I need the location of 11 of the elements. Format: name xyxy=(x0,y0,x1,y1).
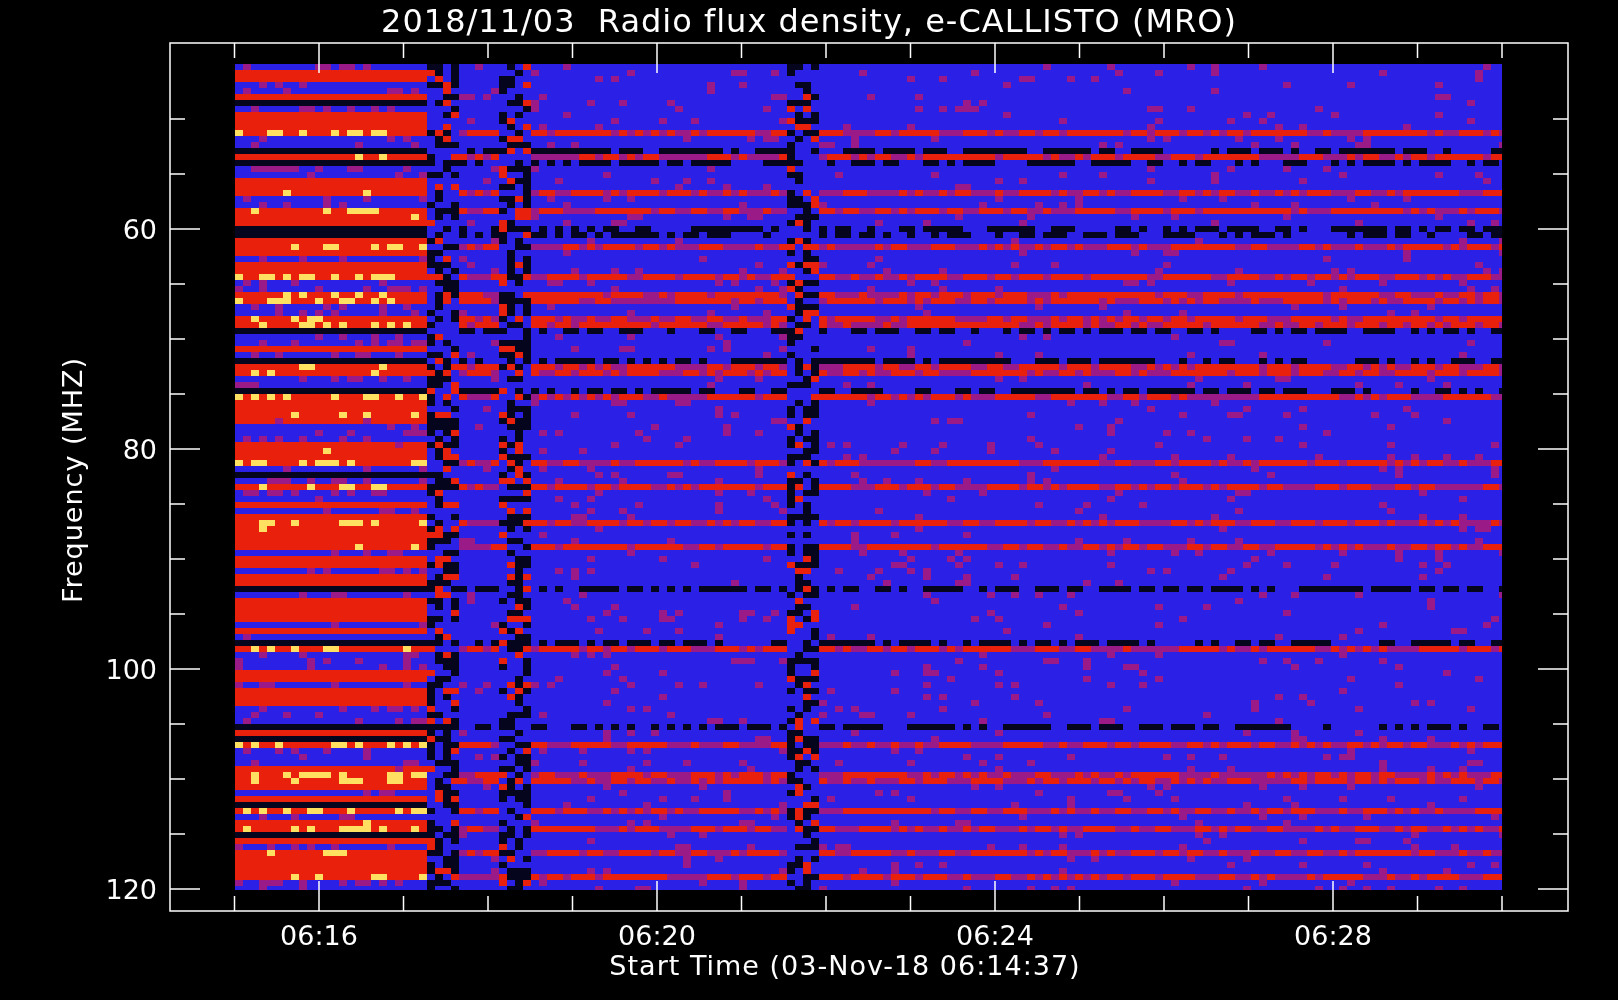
x-tick-label: 06:28 xyxy=(1294,920,1372,950)
y-tick-label: 100 xyxy=(105,654,157,685)
chart-title: 2018/11/03 Radio flux density, e-CALLISTO (MRO) xyxy=(380,1,1238,42)
x-axis-label: Start Time (03-Nov-18 06:14:37) xyxy=(608,950,1082,983)
x-tick-label: 06:24 xyxy=(956,920,1034,950)
x-tick-label: 06:16 xyxy=(280,920,358,950)
y-axis-label: Frequency (MHZ) xyxy=(57,356,88,604)
y-tick-label: 120 xyxy=(105,874,157,905)
y-tick-label: 60 xyxy=(122,214,157,245)
x-tick-label: 06:20 xyxy=(618,920,696,950)
y-tick-label: 80 xyxy=(122,434,157,465)
